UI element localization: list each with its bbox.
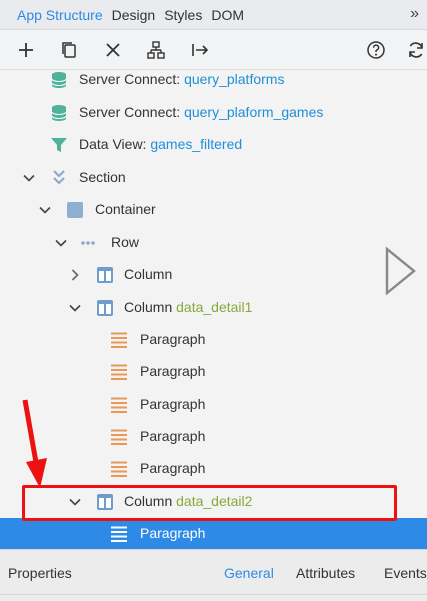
divider <box>0 594 427 595</box>
duplicate-icon[interactable] <box>59 40 79 60</box>
column-icon <box>96 266 114 284</box>
tree-node-paragraph[interactable]: Paragraph <box>0 453 427 485</box>
refresh-icon[interactable] <box>406 40 426 60</box>
tab-dom[interactable]: DOM <box>202 7 244 23</box>
chevron-down-icon[interactable] <box>54 236 68 250</box>
chevron-down-icon[interactable] <box>68 301 82 315</box>
tree-node-label: Server Connect: query_platforms <box>79 71 285 87</box>
paragraph-icon <box>110 428 128 446</box>
tree-node-label: Row <box>111 234 140 250</box>
paragraph-icon <box>110 396 128 414</box>
expand-panel-arrow-icon[interactable] <box>384 246 418 296</box>
tree-node-label: Paragraph <box>140 396 206 412</box>
chevron-down-icon[interactable] <box>38 203 52 217</box>
tree-node-paragraph[interactable]: Paragraph <box>0 324 427 356</box>
tree-node-server-connect-platforms[interactable]: Server Connect: query_platforms <box>0 70 427 96</box>
move-to-icon[interactable] <box>190 40 210 60</box>
tree-node-paragraph-selected[interactable]: Paragraph <box>0 518 427 549</box>
tree-node-server-connect-games[interactable]: Server Connect: query_plaform_games <box>0 97 427 129</box>
chevron-down-icon[interactable] <box>22 171 36 185</box>
tree-node-label: Paragraph <box>140 363 206 379</box>
sitemap-icon[interactable] <box>146 40 166 60</box>
tree-node-label: Paragraph <box>140 460 206 476</box>
close-icon[interactable] <box>103 40 123 60</box>
section-icon <box>50 169 68 187</box>
tree-node-container[interactable]: Container <box>0 194 427 226</box>
tree-node-column[interactable]: Column <box>0 259 427 291</box>
tab-attributes[interactable]: Attributes <box>296 565 355 581</box>
properties-title: Properties <box>8 565 72 581</box>
tab-general[interactable]: General <box>224 565 274 581</box>
tree-node-data-view[interactable]: Data View: games_filtered <box>0 129 427 161</box>
help-icon[interactable] <box>366 40 386 60</box>
tree-node-label: Data View: games_filtered <box>79 136 243 152</box>
tree-node-label: Container <box>95 201 156 217</box>
row-icon <box>79 234 97 252</box>
tab-app-structure[interactable]: App Structure <box>0 7 103 23</box>
database-icon <box>50 104 68 122</box>
tree-node-label: Column <box>124 266 173 282</box>
more-tabs-button[interactable]: » <box>410 5 419 23</box>
paragraph-icon <box>110 460 128 478</box>
filter-icon <box>50 136 68 154</box>
tree-node-row[interactable]: Row <box>0 227 427 259</box>
annotation-highlight-box <box>22 485 397 521</box>
paragraph-icon <box>110 331 128 349</box>
column-icon <box>96 299 114 317</box>
app-structure-tree: Server Connect: query_platforms Server C… <box>0 70 427 549</box>
properties-panel: Properties General Attributes Events <box>0 549 427 601</box>
tree-node-label: Section <box>79 169 126 185</box>
tree-node-label: Column data_detail1 <box>124 299 253 315</box>
tree-node-paragraph[interactable]: Paragraph <box>0 356 427 388</box>
tab-styles[interactable]: Styles <box>155 7 202 23</box>
tree-node-label: Server Connect: query_plaform_games <box>79 104 324 120</box>
plus-icon[interactable] <box>16 40 36 60</box>
tree-node-section[interactable]: Section <box>0 162 427 194</box>
tree-node-paragraph[interactable]: Paragraph <box>0 389 427 421</box>
tree-node-label: Paragraph <box>140 428 206 444</box>
database-icon <box>50 71 68 89</box>
tab-events[interactable]: Events <box>384 565 427 581</box>
chevron-right-icon[interactable] <box>68 268 82 282</box>
tree-node-label: Paragraph <box>140 525 206 541</box>
structure-toolbar <box>0 30 427 70</box>
tree-node-paragraph[interactable]: Paragraph <box>0 421 427 453</box>
paragraph-icon <box>110 363 128 381</box>
tab-design[interactable]: Design <box>103 7 156 23</box>
tree-node-label: Paragraph <box>140 331 206 347</box>
container-icon <box>66 201 84 219</box>
paragraph-icon <box>110 525 128 543</box>
tree-node-column-data-detail1[interactable]: Column data_detail1 <box>0 292 427 324</box>
panel-tab-bar: App Structure Design Styles DOM » <box>0 0 427 30</box>
annotation-arrow-icon <box>18 398 48 490</box>
